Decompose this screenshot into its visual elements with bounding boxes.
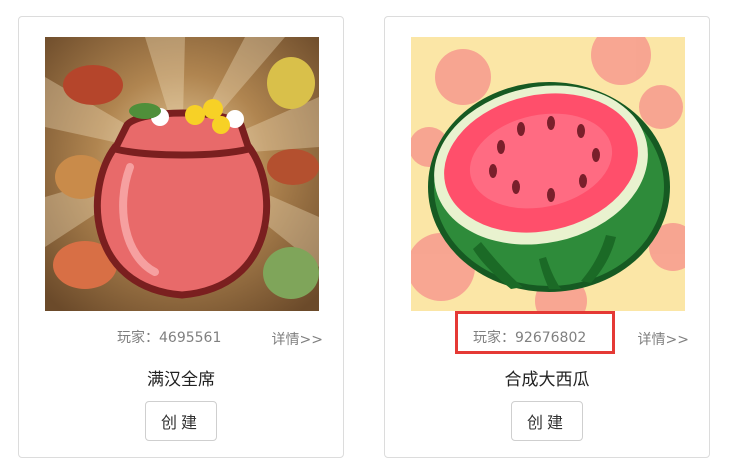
player-count: 玩家：92676802 (473, 330, 587, 346)
game-thumbnail-watermelon[interactable] (411, 37, 685, 311)
game-title: 满汉全席 (147, 370, 215, 390)
create-button[interactable]: 创建 (511, 401, 583, 441)
game-card-manhan: 玩家：4695561 详情>> 满汉全席 创建 (18, 16, 344, 458)
game-title: 合成大西瓜 (504, 370, 590, 390)
create-button[interactable]: 创建 (145, 401, 217, 441)
treasure-bag-icon (45, 37, 319, 311)
details-link[interactable]: 详情>> (272, 329, 323, 349)
watermelon-icon (411, 37, 685, 311)
details-link[interactable]: 详情>> (638, 329, 689, 349)
game-thumbnail-manhan[interactable] (45, 37, 319, 311)
game-card-watermelon: 玩家：92676802 详情>> 合成大西瓜 创建 (384, 16, 710, 458)
player-count: 玩家：4695561 (117, 330, 222, 346)
